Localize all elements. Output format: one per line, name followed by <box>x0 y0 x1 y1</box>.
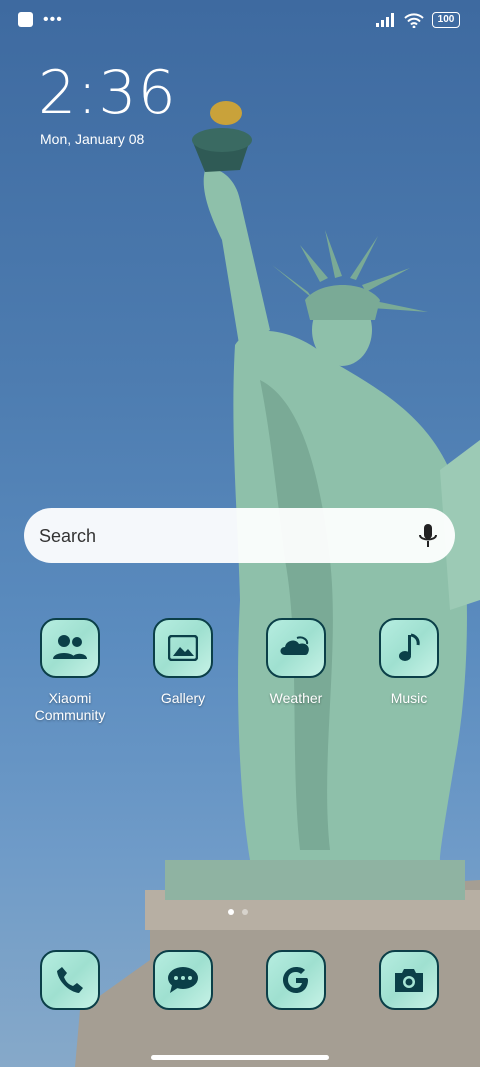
page-dot <box>242 909 248 915</box>
microphone-icon[interactable] <box>417 523 439 549</box>
dock-google[interactable] <box>246 950 346 1010</box>
app-label: Music <box>390 690 428 706</box>
people-icon <box>40 618 100 678</box>
app-label: Weather <box>269 690 323 706</box>
page-dot-active <box>228 909 234 915</box>
app-gallery[interactable]: Gallery <box>133 618 233 707</box>
app-xiaomi-community[interactable]: Xiaomi Community <box>20 618 120 724</box>
dock-camera[interactable] <box>359 950 459 1010</box>
clock-time[interactable]: 2:36 <box>38 58 177 128</box>
status-bar: ••• 100 <box>0 0 480 40</box>
notification-app-icon <box>18 12 33 27</box>
page-indicator <box>228 909 248 915</box>
wifi-icon <box>404 12 424 28</box>
app-label: Xiaomi Community <box>34 690 106 723</box>
signal-icon <box>376 13 394 27</box>
music-note-icon <box>379 618 439 678</box>
google-icon <box>266 950 326 1010</box>
app-weather[interactable]: Weather <box>246 618 346 707</box>
search-placeholder: Search <box>39 526 97 546</box>
messages-icon <box>153 950 213 1010</box>
phone-icon <box>40 950 100 1010</box>
search-bar[interactable]: Search <box>24 508 455 563</box>
app-music[interactable]: Music <box>359 618 459 707</box>
dock-phone[interactable] <box>20 950 120 1010</box>
dock-messages[interactable] <box>133 950 233 1010</box>
camera-icon <box>379 950 439 1010</box>
battery-indicator: 100 <box>432 12 460 28</box>
clock-date[interactable]: Mon, January 08 <box>40 131 144 147</box>
cloud-icon <box>266 618 326 678</box>
home-indicator[interactable] <box>151 1055 329 1060</box>
app-label: Gallery <box>160 690 206 706</box>
image-icon <box>153 618 213 678</box>
more-notifications-icon: ••• <box>43 10 63 28</box>
